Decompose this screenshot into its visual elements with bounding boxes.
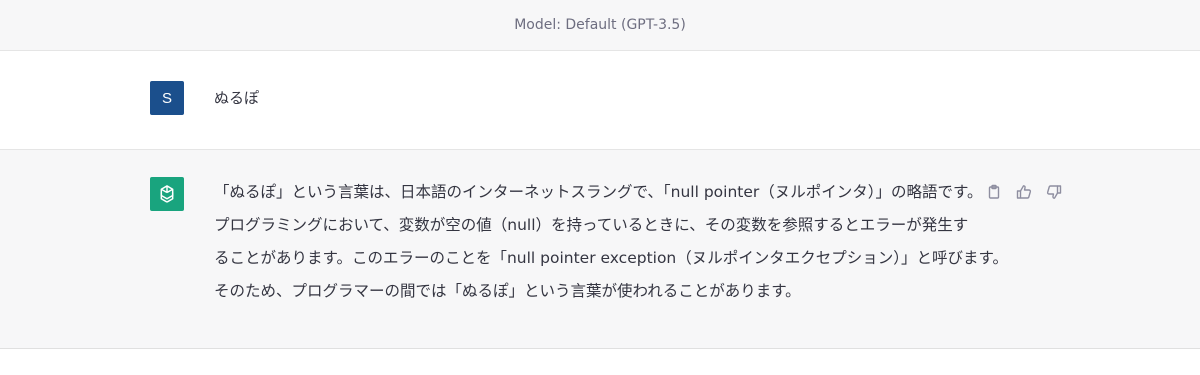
user-message-row: S ぬるぽ (0, 51, 1200, 150)
model-label: Model: Default (GPT-3.5) (514, 17, 686, 33)
user-avatar: S (150, 81, 184, 115)
assistant-line: ることがあります。このエラーのことを「null pointer exceptio… (214, 249, 1008, 267)
assistant-line: プログラミングにおいて、変数が空の値（null）を持っているときに、その変数を参… (214, 216, 969, 234)
user-avatar-letter: S (161, 89, 172, 107)
message-actions (984, 182, 1064, 202)
copy-button[interactable] (984, 182, 1004, 202)
thumbs-up-icon (1016, 185, 1032, 199)
copy-icon (988, 184, 1000, 199)
thumbs-up-button[interactable] (1014, 182, 1034, 202)
assistant-message-row: 「ぬるぽ」という言葉は、日本語のインターネットスラングで、「null point… (0, 150, 1200, 349)
assistant-line: そのため、プログラマーの間では「ぬるぽ」という言葉が使われることがあります。 (214, 282, 801, 300)
thumbs-down-icon (1046, 185, 1062, 199)
model-label-bar: Model: Default (GPT-3.5) (0, 0, 1200, 51)
assistant-line: 「ぬるぽ」という言葉は、日本語のインターネットスラングで、「null point… (214, 183, 983, 201)
openai-logo-icon (160, 185, 174, 203)
assistant-avatar (150, 177, 184, 211)
assistant-message-text: 「ぬるぽ」という言葉は、日本語のインターネットスラングで、「null point… (214, 176, 1008, 308)
thumbs-down-button[interactable] (1044, 182, 1064, 202)
bottom-area (0, 349, 1200, 375)
user-message-text: ぬるぽ (214, 89, 260, 107)
